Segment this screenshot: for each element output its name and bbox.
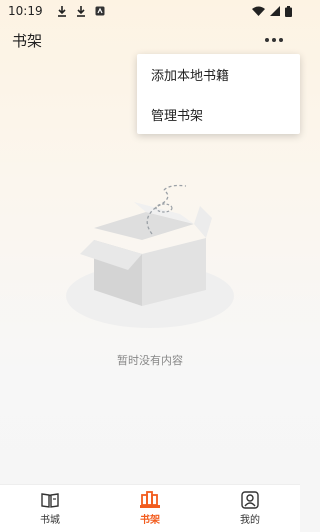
wifi-icon [252, 6, 265, 16]
status-bar: 10:19 [0, 0, 300, 22]
nav-label-bookstore: 书城 [40, 515, 60, 526]
empty-box-icon [66, 184, 234, 328]
nav-label-bookshelf: 书架 [140, 515, 160, 526]
nav-label-profile: 我的 [240, 515, 260, 526]
status-time: 10:19 [8, 4, 43, 18]
menu-item-add-local-books[interactable]: 添加本地书籍 [137, 54, 300, 94]
bookshelf-icon [140, 491, 160, 508]
nav-item-bookshelf[interactable]: 书架 [100, 485, 200, 532]
app-badge-icon [95, 6, 105, 16]
more-options-button[interactable] [260, 26, 288, 54]
empty-state-text: 暂时没有内容 [117, 354, 183, 367]
app-bar: 书架 [0, 22, 300, 58]
more-dots-icon [279, 38, 283, 42]
nav-item-bookstore[interactable]: 书城 [0, 485, 100, 532]
battery-icon [285, 5, 292, 17]
notification-icons [57, 5, 105, 17]
user-icon [241, 491, 259, 509]
menu-item-manage-shelf[interactable]: 管理书架 [137, 94, 300, 134]
download-icon [57, 6, 66, 17]
signal-icon [270, 6, 280, 16]
nav-item-profile[interactable]: 我的 [200, 485, 300, 532]
system-icons [252, 5, 292, 17]
more-dots-icon [265, 38, 269, 42]
page-title: 书架 [12, 31, 43, 50]
more-dots-icon [272, 38, 276, 42]
bottom-nav: 书城 书架 我的 [0, 484, 300, 532]
download-icon [76, 6, 85, 17]
book-icon [41, 493, 59, 508]
overflow-menu: 添加本地书籍 管理书架 [137, 54, 300, 134]
